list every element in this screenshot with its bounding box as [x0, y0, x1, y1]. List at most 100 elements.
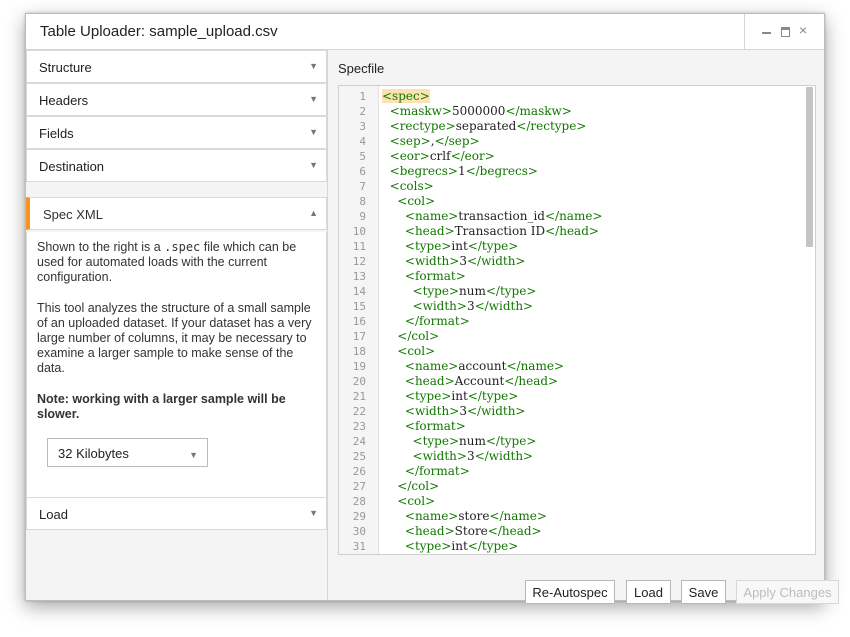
xml-tag: </type> [467, 389, 519, 403]
accordion-headers[interactable]: Headers ▼ [26, 83, 327, 116]
chevron-down-icon: ▼ [189, 450, 198, 460]
xml-text: account [458, 359, 507, 373]
line-number: 30 [352, 525, 366, 538]
xml-tag: </type> [467, 239, 519, 253]
code-line: <name>account</name> [382, 359, 603, 374]
xml-tag: </eor> [450, 149, 495, 163]
xml-tag: <type> [404, 389, 452, 403]
line-number: 31 [352, 540, 366, 553]
chevron-down-icon: ▼ [309, 61, 318, 71]
xml-tag: <type> [412, 434, 460, 448]
line-number: 1 [359, 90, 366, 103]
code-line: <format> [382, 419, 603, 434]
minimize-icon[interactable] [761, 25, 773, 37]
line-number: 16 [352, 315, 366, 328]
code-line: <type>int</type> [382, 239, 603, 254]
accordion-label: Headers [39, 93, 89, 108]
line-number: 20 [352, 375, 366, 388]
line-number: 25 [352, 450, 366, 463]
xml-tag: <head> [404, 524, 455, 538]
xml-text: 3 [466, 449, 475, 463]
code-line: <type>int</type> [382, 539, 603, 554]
line-numbers: 1 2 3 4 5 6 7 8 9 10 11 12 13 14 15 16 17 18 19 20 21 22 23 24 2… [353, 89, 366, 554]
xml-tag: </head> [545, 224, 599, 238]
specfile-editor[interactable]: 1 2 3 4 5 6 7 8 9 10 11 12 13 14 15 16 17 18 19 20 21 22 23 24 2… [338, 85, 816, 555]
line-number: 29 [352, 510, 366, 523]
line-number: 5 [359, 150, 366, 163]
accordion-destination[interactable]: Destination ▼ [26, 149, 327, 182]
xml-tag: <width> [412, 299, 467, 313]
sample-size-value: 32 Kilobytes [58, 446, 129, 461]
code-line: <format> [382, 269, 603, 284]
xml-tag: </type> [485, 284, 537, 298]
code-line: <width>3</width> [382, 254, 603, 269]
accordion-spec-xml[interactable]: Spec XML ▲ [26, 197, 327, 230]
xml-tag: </rectype> [516, 119, 587, 133]
chevron-up-icon: ▲ [309, 208, 318, 218]
code-line: <head>Account</head> [382, 374, 603, 389]
code-line: <col> [382, 344, 603, 359]
close-icon[interactable]: × [799, 23, 811, 37]
line-number: 3 [359, 120, 366, 133]
line-number: 21 [352, 390, 366, 403]
apply-changes-button[interactable]: Apply Changes [736, 580, 839, 604]
xml-text: store [458, 509, 490, 523]
load-button[interactable]: Load [626, 580, 671, 604]
xml-tag: </type> [485, 434, 537, 448]
accordion-load[interactable]: Load ▼ [26, 497, 327, 530]
accordion-label: Structure [39, 60, 92, 75]
xml-tag: <width> [404, 254, 460, 268]
code-line: <begrecs>1</begrecs> [382, 164, 603, 179]
accordion-fields[interactable]: Fields ▼ [26, 116, 327, 149]
code-line: <name>store</name> [382, 509, 603, 524]
code-line: <eor>crlf</eor> [382, 149, 603, 164]
editor-scrollbar[interactable] [806, 87, 813, 247]
line-number: 10 [352, 225, 366, 238]
xml-tag: </width> [466, 404, 526, 418]
code-line: <cols> [382, 179, 603, 194]
line-number: 13 [352, 270, 366, 283]
line-number: 23 [352, 420, 366, 433]
xml-text: int [451, 239, 468, 253]
xml-tag: </head> [504, 374, 559, 388]
xml-tag: </type> [467, 539, 519, 553]
specfile-label: Specfile [338, 61, 385, 76]
xml-tag: <head> [404, 374, 455, 388]
xml-tag: </begrecs> [465, 164, 538, 178]
chevron-down-icon: ▼ [309, 508, 318, 518]
xml-text: num [459, 284, 486, 298]
save-button[interactable]: Save [681, 580, 726, 604]
chevron-down-icon: ▼ [309, 127, 318, 137]
line-number: 19 [352, 360, 366, 373]
xml-tag: </maskw> [505, 104, 572, 118]
code-line: <spec> [382, 89, 603, 104]
accordion-label: Fields [39, 126, 74, 141]
xml-tag: </col> [397, 479, 440, 493]
re-autospec-button[interactable]: Re-Autospec [525, 580, 615, 604]
code-line: <name>transaction_id</name> [382, 209, 603, 224]
xml-tag: <format> [404, 269, 466, 283]
code-line: <head>Transaction ID</head> [382, 224, 603, 239]
code-line: <width>3</width> [382, 404, 603, 419]
accordion-structure[interactable]: Structure ▼ [26, 50, 327, 83]
code-content[interactable]: <spec> <maskw>5000000</maskw> <rectype>s… [382, 89, 603, 554]
spec-xml-panel: Shown to the right is a .spec file which… [26, 232, 327, 499]
line-number: 24 [352, 435, 366, 448]
maximize-icon[interactable] [780, 25, 792, 37]
xml-text: int [451, 539, 468, 553]
line-number: 18 [352, 345, 366, 358]
line-number: 27 [352, 480, 366, 493]
xml-tag: <head> [404, 224, 455, 238]
xml-text: 3 [466, 299, 475, 313]
xml-tag: <name> [404, 359, 459, 373]
line-number: 15 [352, 300, 366, 313]
spec-extension-code: .spec [164, 240, 201, 254]
line-number: 11 [352, 240, 366, 253]
xml-tag: <sep> [389, 134, 431, 148]
line-number: 26 [352, 465, 366, 478]
code-line: </col> [382, 479, 603, 494]
sample-size-select[interactable]: 32 Kilobytes ▼ [47, 438, 208, 467]
code-line: <sep>,</sep> [382, 134, 603, 149]
xml-tag: <name> [404, 209, 459, 223]
xml-tag: <rectype> [389, 119, 456, 133]
